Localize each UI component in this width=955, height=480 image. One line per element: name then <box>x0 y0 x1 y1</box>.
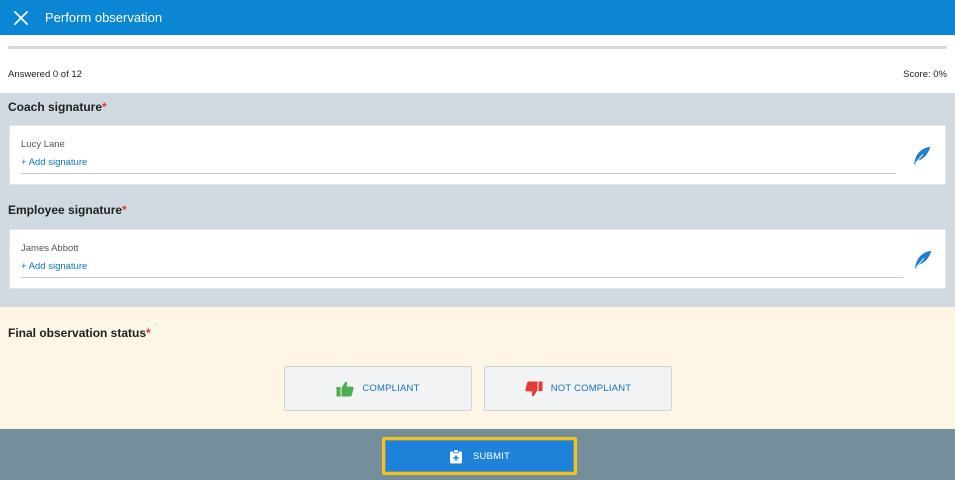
close-icon <box>14 10 28 25</box>
final-status-title: Final observation status* <box>8 326 151 340</box>
employee-name: James Abbott <box>21 243 79 254</box>
compliant-label: COMPLIANT <box>362 383 420 394</box>
feather-pen-icon[interactable] <box>911 145 933 167</box>
clipboard-plus-icon <box>449 448 462 463</box>
not-compliant-label: NOT COMPLIANT <box>550 383 632 394</box>
not-compliant-button[interactable]: NOT COMPLIANT <box>484 366 672 411</box>
employee-signature-line <box>21 277 903 278</box>
answered-count: Answered 0 of 12 <box>8 69 82 80</box>
score-text: Score: 0% <box>903 69 947 80</box>
coach-signature-card: Lucy Lane + Add signature <box>9 125 946 185</box>
final-status-section: Final observation status* COMPLIANT NOT … <box>0 307 955 429</box>
employee-signature-card: James Abbott + Add signature <box>9 229 946 289</box>
employee-signature-title: Employee signature* <box>8 203 127 217</box>
submit-button-highlight[interactable]: SUBMIT <box>382 437 577 475</box>
progress-area: Answered 0 of 12 Score: 0% <box>0 35 955 93</box>
footer-bar: SUBMIT <box>0 429 955 480</box>
required-mark: * <box>146 326 151 340</box>
compliant-button[interactable]: COMPLIANT <box>284 366 472 411</box>
thumbs-up-icon <box>336 381 354 396</box>
page-title: Perform observation <box>45 10 163 25</box>
submit-button[interactable]: SUBMIT <box>386 441 573 471</box>
thumbs-down-icon <box>525 381 543 396</box>
coach-name: Lucy Lane <box>21 139 65 150</box>
feather-pen-icon[interactable] <box>912 249 934 271</box>
submit-label: SUBMIT <box>472 450 511 462</box>
employee-add-signature-link[interactable]: + Add signature <box>21 261 87 272</box>
required-mark: * <box>102 100 107 114</box>
signatures-section: Coach signature* Lucy Lane + Add signatu… <box>0 93 955 307</box>
top-bar: Perform observation <box>0 0 955 35</box>
progress-bar <box>8 46 947 49</box>
coach-add-signature-link[interactable]: + Add signature <box>21 157 87 168</box>
coach-signature-title: Coach signature* <box>8 100 107 114</box>
required-mark: * <box>122 203 127 217</box>
coach-signature-line <box>21 173 896 174</box>
close-button[interactable] <box>9 6 33 30</box>
